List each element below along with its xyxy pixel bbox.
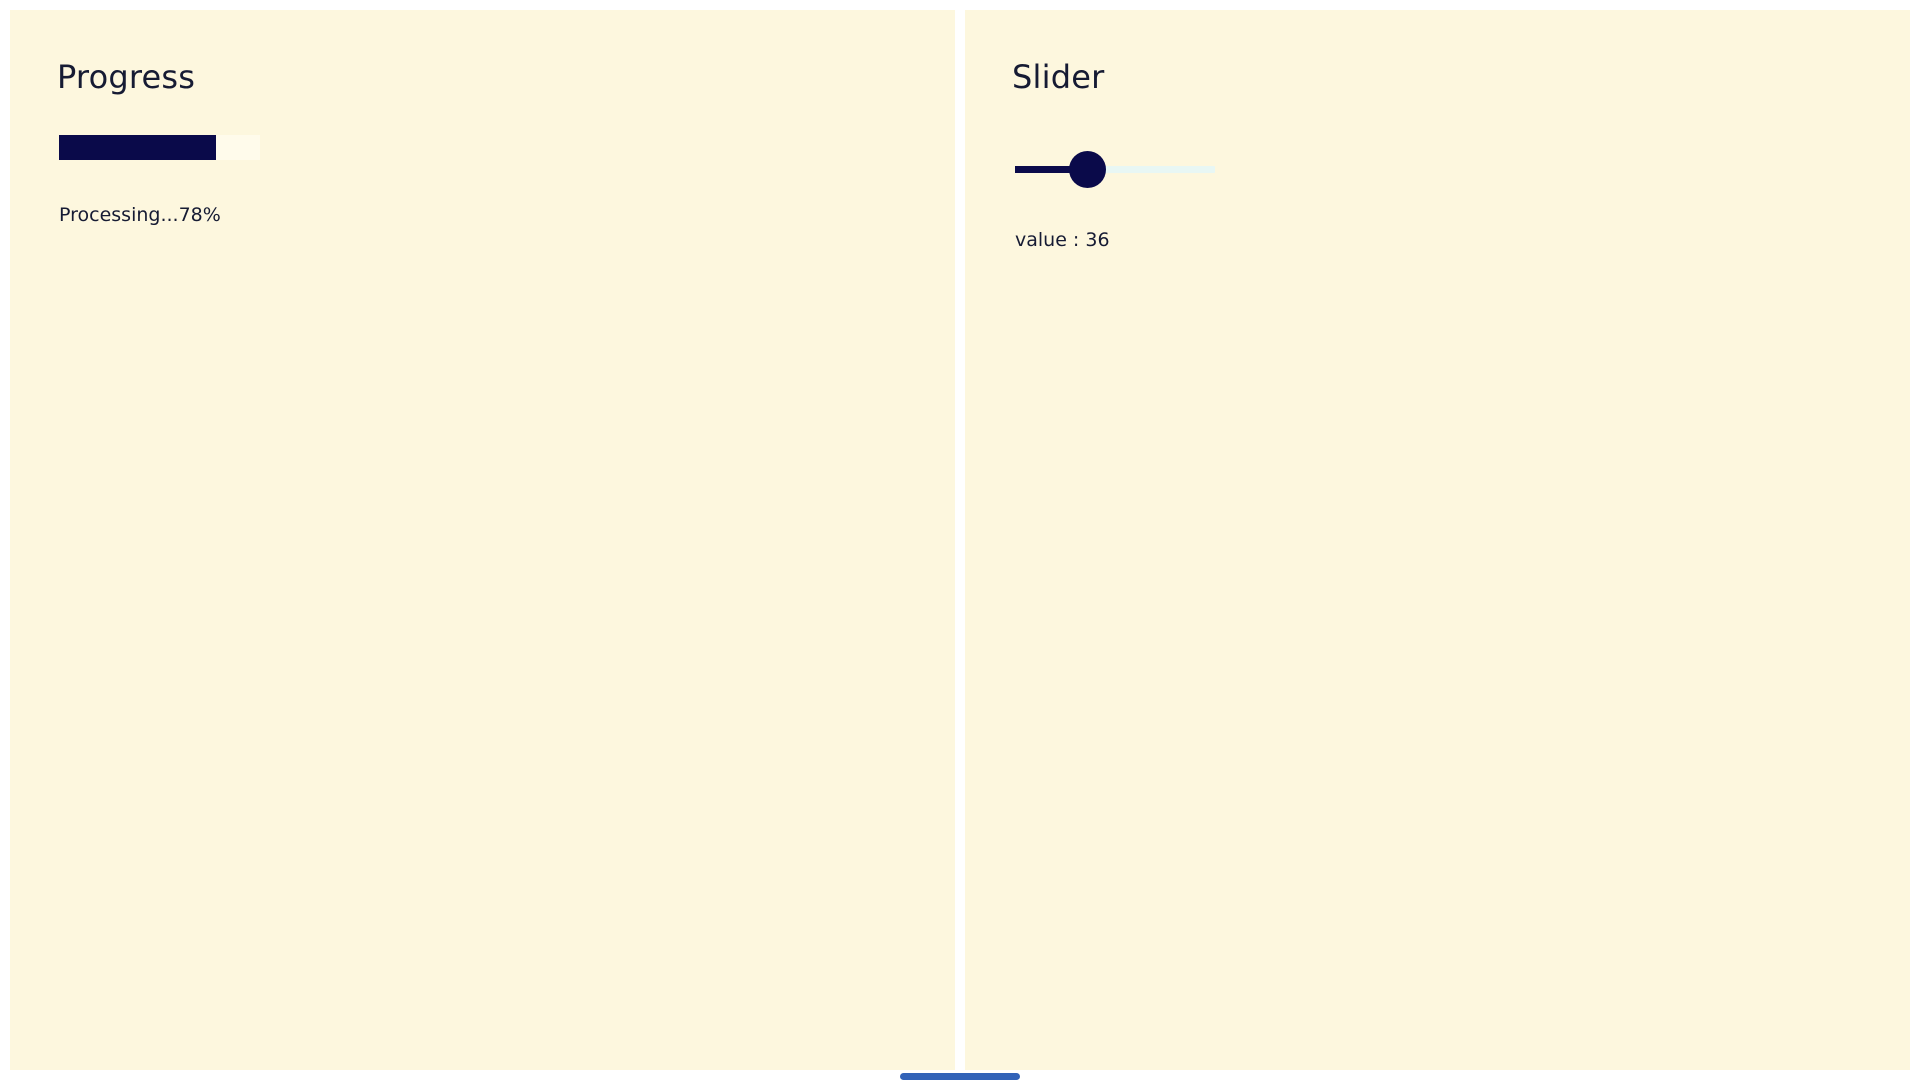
progress-title: Progress <box>57 58 196 96</box>
value-slider[interactable] <box>1015 150 1215 190</box>
horizontal-scroll-indicator[interactable] <box>900 1073 1020 1080</box>
progress-panel: Progress Processing...78% <box>10 10 955 1070</box>
slider-thumb[interactable] <box>1069 151 1106 188</box>
slider-title: Slider <box>1012 58 1105 96</box>
progress-bar-fill <box>59 135 216 160</box>
slider-value-label: value : 36 <box>1015 229 1110 251</box>
progress-bar <box>59 135 260 160</box>
progress-status-text: Processing...78% <box>59 204 221 226</box>
slider-panel: Slider value : 36 <box>965 10 1910 1070</box>
